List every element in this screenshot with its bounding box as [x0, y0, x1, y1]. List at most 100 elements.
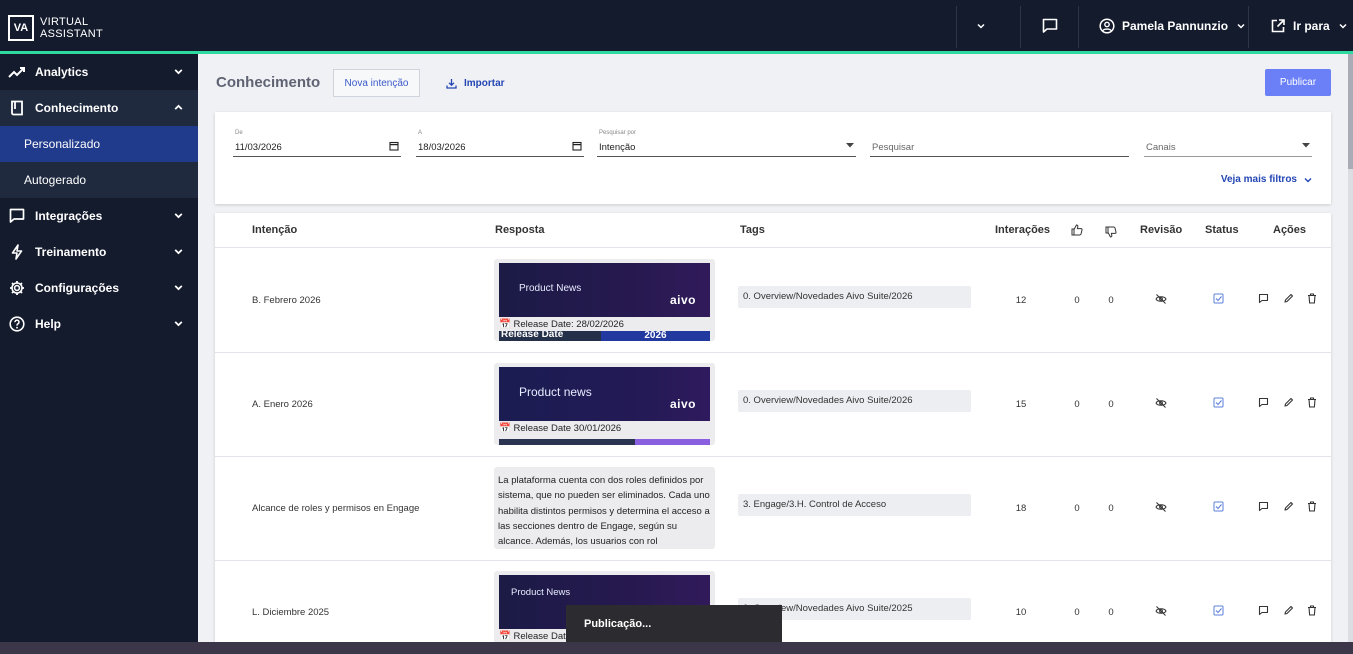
logo-line-1: VIRTUAL [40, 16, 89, 28]
go-to-label: Ir para [1293, 18, 1330, 33]
user-menu[interactable]: Pamela Pannunzio [1099, 0, 1246, 51]
chevron-down-icon [174, 285, 183, 291]
sidebar-subitem-personalizado[interactable]: Personalizado [0, 126, 198, 162]
comment-icon[interactable] [1258, 397, 1269, 408]
comment-icon[interactable] [1258, 501, 1269, 512]
eye-off-icon[interactable] [1155, 397, 1167, 409]
sidebar-item-help[interactable]: Help [0, 306, 198, 342]
sidebar-item-label: Treinamento [35, 245, 107, 259]
chevron-down-icon [1237, 23, 1245, 29]
new-intent-button[interactable]: Nova intenção [333, 69, 420, 97]
divider [956, 6, 957, 48]
status-check-icon[interactable] [1213, 397, 1224, 408]
date-from-field[interactable]: De 11/03/2026 [233, 130, 401, 157]
sidebar-item-treinamento[interactable]: Treinamento [0, 234, 198, 270]
response-text[interactable]: La plataforma cuenta con dos roles defin… [494, 467, 715, 549]
sidebar-subitem-autogerado[interactable]: Autogerado [0, 162, 198, 198]
intent-name[interactable]: L. Diciembre 2025 [252, 607, 329, 618]
banner-brand: aivo [669, 293, 696, 307]
table-row[interactable]: Alcance de roles y permisos en Engage La… [215, 457, 1331, 561]
interactions-count: 18 [1015, 503, 1027, 514]
edit-pencil-icon[interactable] [1283, 397, 1294, 408]
gear-icon [8, 279, 26, 297]
banner-brand: aivo [669, 397, 696, 411]
scrollbar-thumb[interactable] [1348, 54, 1353, 169]
sidebar-item-conhecimento[interactable]: Conhecimento [0, 90, 198, 126]
search-by-select[interactable]: Pesquisar por Intenção [597, 130, 856, 157]
dislikes-count: 0 [1108, 607, 1114, 618]
status-check-icon[interactable] [1213, 293, 1224, 304]
banner-title: Product News [511, 587, 571, 598]
intents-table: Intenção Resposta Tags Interações Revisã… [215, 213, 1331, 642]
trash-icon[interactable] [1307, 605, 1317, 616]
eye-off-icon[interactable] [1155, 605, 1167, 617]
thumbs-down-icon [1105, 226, 1117, 238]
sidebar-item-configuracoes[interactable]: Configurações [0, 270, 198, 306]
chat-icon [8, 207, 26, 225]
table-row[interactable]: A. Enero 2026 Product news aivo 📅 Releas… [215, 353, 1331, 457]
sidebar-item-label: Analytics [35, 65, 89, 79]
table-row[interactable]: B. Febrero 2026 Product News aivo 📅 Rele… [215, 249, 1331, 353]
comment-icon[interactable] [1258, 293, 1269, 304]
channels-select[interactable]: Canais [1144, 130, 1312, 157]
import-label: Importar [464, 77, 505, 89]
chevron-up-icon [174, 104, 183, 110]
strip-label: Release Date [501, 331, 564, 340]
eye-off-icon[interactable] [1155, 293, 1167, 305]
date-to-field[interactable]: A 18/03/2026 [416, 130, 584, 157]
release-date-table: Release Date 2026 [499, 331, 710, 341]
more-filters-link[interactable]: Veja mais filtros [1221, 174, 1313, 185]
divider [1248, 6, 1249, 48]
top-bar: VA VIRTUAL ASSISTANT Pamela Pannunzio Ir… [0, 0, 1353, 54]
app-logo[interactable]: VA VIRTUAL ASSISTANT [8, 15, 103, 41]
release-date-caption: 📅 Release Date: 28/02/2026 [499, 319, 624, 330]
page-scrollbar[interactable] [1348, 54, 1353, 642]
page-title: Conhecimento [216, 74, 321, 91]
table-header: Intenção Resposta Tags Interações Revisã… [215, 213, 1331, 248]
edit-pencil-icon[interactable] [1283, 293, 1294, 304]
sidebar-item-integracoes[interactable]: Integrações [0, 198, 198, 234]
intent-name[interactable]: Alcance de roles y permisos en Engage [252, 503, 419, 514]
trash-icon[interactable] [1307, 501, 1317, 512]
column-header-actions: Ações [1273, 224, 1307, 236]
bot-selector-dropdown[interactable] [976, 0, 986, 51]
likes-count: 0 [1074, 503, 1080, 514]
messages-button[interactable] [1041, 0, 1059, 51]
intent-name[interactable]: A. Enero 2026 [252, 399, 313, 410]
strip-year: 2026 [601, 331, 710, 341]
edit-pencil-icon[interactable] [1283, 501, 1294, 512]
download-icon [446, 78, 457, 89]
import-button[interactable]: Importar [446, 69, 505, 97]
sidebar-item-label: Configurações [35, 281, 120, 295]
product-news-banner: Product news aivo [499, 367, 710, 421]
dislikes-count: 0 [1108, 295, 1114, 306]
edit-pencil-icon[interactable] [1283, 605, 1294, 616]
publish-button[interactable]: Publicar [1265, 69, 1331, 96]
chevron-down-icon [174, 69, 183, 75]
column-header-interactions[interactable]: Interações [995, 224, 1050, 236]
intent-name[interactable]: B. Febrero 2026 [252, 295, 321, 306]
dislikes-count: 0 [1108, 399, 1114, 410]
trash-icon[interactable] [1307, 397, 1317, 408]
sidebar-item-analytics[interactable]: Analytics [0, 54, 198, 90]
interactions-count: 10 [1015, 607, 1027, 618]
comment-icon[interactable] [1258, 605, 1269, 616]
sidebar-item-label: Integrações [35, 209, 103, 223]
search-input[interactable]: Pesquisar [870, 130, 1129, 157]
sidebar-item-label: Help [35, 317, 62, 331]
column-header-response: Resposta [495, 224, 545, 236]
caret-down-icon [1302, 143, 1310, 148]
go-to-menu[interactable]: Ir para [1270, 0, 1348, 51]
status-check-icon[interactable] [1213, 605, 1224, 616]
column-header-intent[interactable]: Intenção [252, 224, 297, 236]
date-to-value: 18/03/2026 [418, 142, 466, 153]
eye-off-icon[interactable] [1155, 501, 1167, 513]
trash-icon[interactable] [1307, 293, 1317, 304]
column-header-review: Revisão [1140, 224, 1183, 236]
message-icon [1042, 18, 1058, 33]
status-check-icon[interactable] [1213, 501, 1224, 512]
banner-title: Product news [519, 385, 592, 399]
response-card[interactable]: Product News aivo 📅 Release Date: 28/02/… [494, 259, 715, 341]
response-card[interactable]: Product news aivo 📅 Release Date 30/01/2… [494, 363, 715, 445]
caret-down-icon [846, 143, 854, 148]
